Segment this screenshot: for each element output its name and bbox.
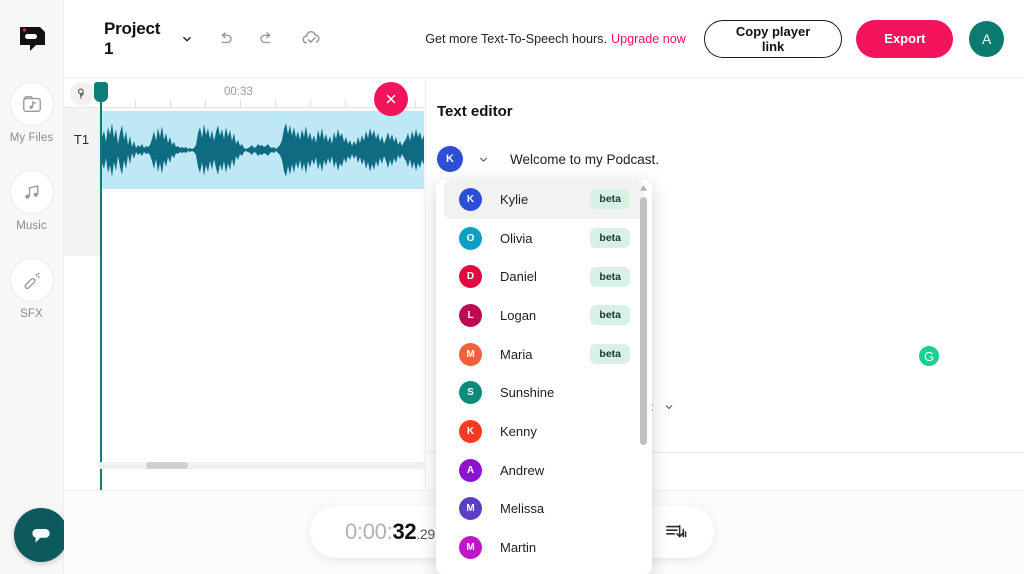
track-label: T1	[73, 132, 90, 147]
playhead-time: 0:00:32.29	[345, 519, 435, 545]
status-badge: beta	[590, 228, 630, 249]
chat-bubble-icon[interactable]	[14, 508, 68, 562]
ruler-time-label: 00:33	[224, 86, 253, 98]
list-item[interactable]: L Logan beta	[444, 296, 644, 335]
status-badge: beta	[590, 189, 630, 210]
list-item[interactable]: M Maria beta	[444, 335, 644, 374]
app-root: My Files Music SFX Project 1 Get more Te…	[0, 0, 1024, 574]
list-item[interactable]: O Olivia beta	[444, 219, 644, 258]
marker-pin-icon[interactable]	[70, 82, 94, 106]
list-item[interactable]: M Martin	[444, 528, 644, 567]
script-text[interactable]: Welcome to my Podcast.	[510, 152, 659, 167]
list-item[interactable]: S Sunshine	[444, 373, 644, 412]
descript-logo-icon[interactable]	[15, 22, 49, 56]
audio-mix-icon[interactable]	[662, 519, 690, 545]
page-title: Project 1	[104, 18, 161, 58]
chevron-down-icon[interactable]	[477, 153, 490, 166]
voice-avatar: S	[459, 381, 482, 405]
list-item[interactable]: K Kenny	[444, 412, 644, 451]
time-hours-minutes: 0:00:	[345, 519, 393, 544]
music-notes-icon	[9, 170, 54, 214]
time-seconds: 32	[392, 519, 417, 544]
voice-name: Logan	[500, 307, 537, 323]
cloud-check-icon[interactable]	[300, 27, 323, 50]
voice-avatar: M	[459, 342, 482, 366]
scrollbar-thumb[interactable]	[640, 197, 647, 445]
speaker-row: K Welcome to my Podcast.	[437, 146, 659, 172]
sidebar-item-label: My Files	[9, 132, 54, 144]
sidebar-item-music[interactable]: Music	[0, 170, 64, 232]
voice-avatar: A	[459, 458, 482, 482]
panel-title: Text editor	[437, 103, 513, 120]
redo-arrow-icon[interactable]	[257, 29, 276, 48]
list-item[interactable]: D Daniel beta	[444, 257, 644, 296]
list-item[interactable]: M Melissa	[444, 490, 644, 529]
sidebar-item-my-files[interactable]: My Files	[0, 82, 64, 144]
list-item[interactable]: A Andrew	[444, 451, 644, 490]
folder-music-icon	[9, 82, 54, 126]
undo-arrow-icon[interactable]	[216, 29, 235, 48]
voice-avatar: M	[459, 497, 482, 521]
close-icon[interactable]	[374, 82, 408, 116]
avatar[interactable]: A	[969, 20, 1004, 57]
left-rail: My Files Music SFX	[0, 0, 68, 574]
voice-name: Kylie	[500, 191, 529, 207]
playhead-handle[interactable]	[94, 82, 108, 102]
export-button[interactable]: Export	[856, 19, 954, 58]
voice-name: Maria	[500, 346, 533, 362]
playhead[interactable]	[94, 82, 108, 490]
voice-avatar: L	[459, 303, 482, 327]
voice-name: Kenny	[500, 423, 537, 439]
upgrade-now-link[interactable]: Upgrade now	[611, 32, 686, 46]
voice-avatar: K	[459, 419, 482, 443]
sidebar-item-label: Music	[16, 220, 47, 232]
status-badge: beta	[590, 266, 630, 287]
voice-name: Olivia	[500, 230, 533, 246]
promo-message: Get more Text-To-Speech hours.	[425, 31, 607, 46]
voice-name: Melissa	[500, 501, 545, 517]
grammarly-icon[interactable]: G	[919, 346, 939, 366]
sidebar-item-label: SFX	[20, 308, 43, 320]
voice-avatar: D	[459, 265, 482, 289]
time-milliseconds: .29	[416, 526, 435, 542]
voice-list: K Kylie beta O Olivia beta D Daniel beta L Logan be…	[436, 180, 652, 567]
scrollbar-thumb[interactable]	[146, 462, 188, 469]
dropdown-scrollbar[interactable]	[640, 184, 647, 570]
voice-avatar: O	[459, 226, 482, 250]
timeline-panel: 00:33 T1	[64, 78, 424, 490]
promo-text: Get more Text-To-Speech hours. Upgrade no…	[425, 32, 686, 46]
voice-name: Andrew	[500, 462, 545, 478]
voice-name: Daniel	[500, 269, 537, 285]
speaker-avatar[interactable]: K	[437, 146, 463, 172]
copy-player-link-button[interactable]: Copy player link	[703, 19, 843, 58]
chevron-down-icon[interactable]	[180, 32, 194, 46]
voice-avatar: M	[459, 536, 482, 560]
voice-dropdown[interactable]: K Kylie beta O Olivia beta D Daniel beta L Logan be…	[436, 180, 652, 574]
list-item[interactable]: K Kylie beta	[444, 180, 644, 219]
voice-name: Martin	[500, 540, 537, 556]
chevron-down-icon[interactable]	[663, 401, 675, 413]
sidebar-item-sfx[interactable]: SFX	[0, 258, 64, 320]
track-header[interactable]: T1	[64, 108, 100, 256]
audio-clip[interactable]	[100, 111, 424, 189]
magic-wand-icon	[9, 258, 54, 302]
scroll-up-arrow-icon[interactable]	[640, 184, 647, 192]
top-bar: Project 1 Get more Text-To-Speech hours.…	[64, 0, 1024, 78]
voice-avatar: K	[459, 187, 482, 211]
status-badge: beta	[590, 344, 630, 365]
timeline-ruler[interactable]: 00:33	[64, 78, 424, 108]
status-badge: beta	[590, 305, 630, 326]
voice-name: Sunshine	[500, 385, 555, 401]
waveform	[100, 123, 424, 177]
